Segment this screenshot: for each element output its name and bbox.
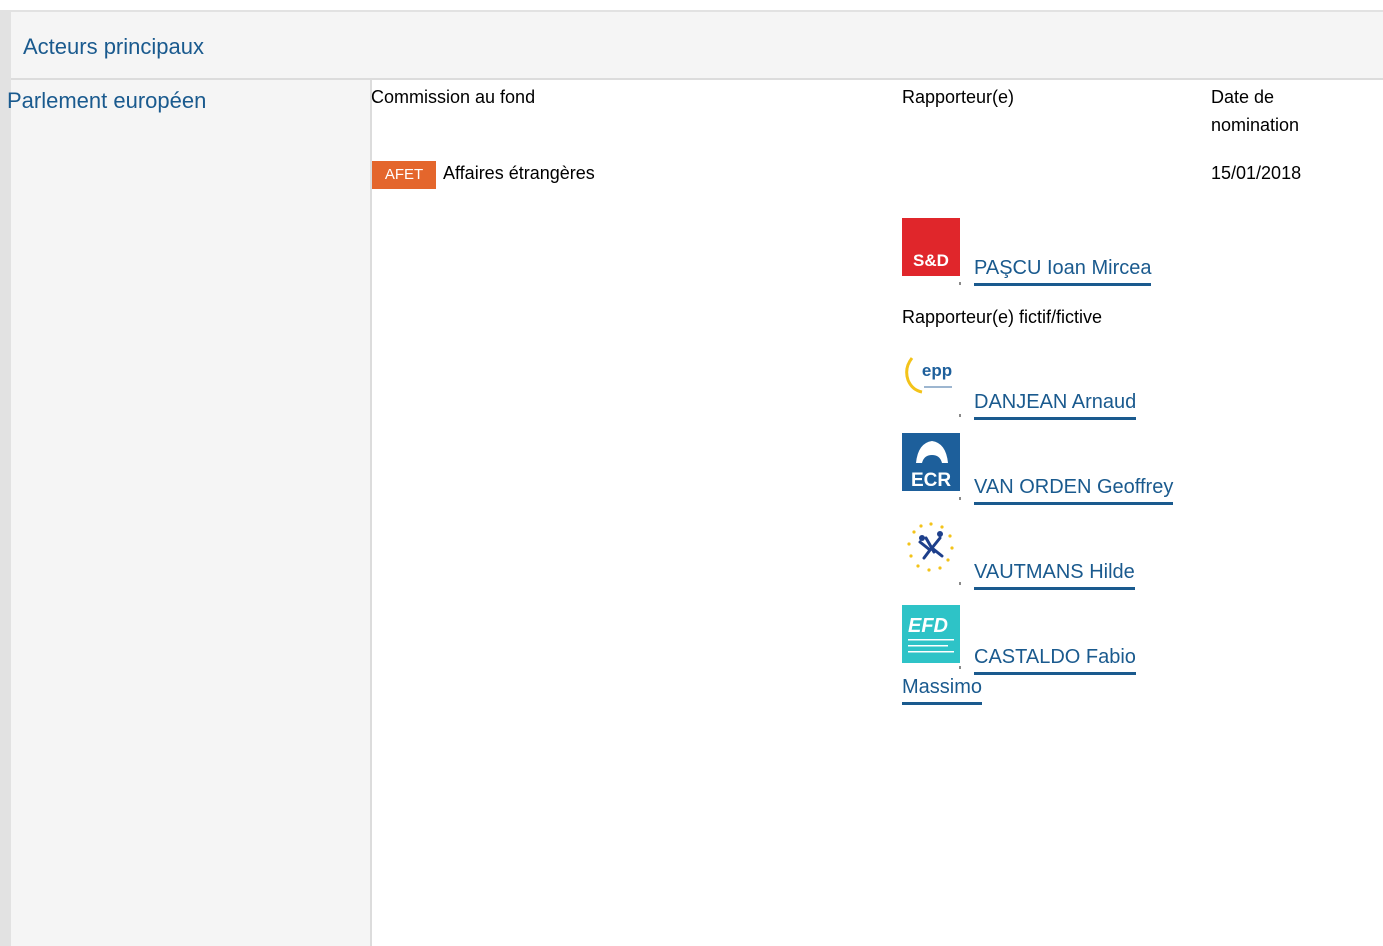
- logo-tick: [959, 582, 961, 585]
- date-column-header-line1: Date de: [1211, 87, 1275, 107]
- shadow-rapporteur-link[interactable]: VAUTMANS Hilde: [974, 558, 1135, 590]
- alde-group-logo-icon: [902, 518, 960, 576]
- shadow-rapporteur-link-continued[interactable]: Massimo: [902, 673, 983, 705]
- committee-badge: AFET: [372, 161, 436, 189]
- efd-logo-text: EFD: [908, 615, 948, 637]
- section-header: Acteurs principaux: [11, 12, 1383, 80]
- frame-left-border: [0, 10, 11, 946]
- sd-group-logo-icon: S&D: [902, 218, 960, 276]
- ecr-logo-text: ECR: [911, 470, 951, 491]
- sd-logo-text: S&D: [913, 251, 949, 270]
- logo-tick: [959, 282, 961, 285]
- ecr-group-logo-icon: ECR: [902, 433, 960, 491]
- committee-name: Affaires étrangères: [443, 163, 595, 183]
- rapporteur-link[interactable]: PAŞCU Ioan Mircea: [974, 254, 1152, 286]
- nomination-date: 15/01/2018: [1211, 163, 1302, 183]
- shadow-rapporteur-link[interactable]: VAN ORDEN Geoffrey: [974, 473, 1174, 505]
- shadow-rapporteur-link[interactable]: DANJEAN Arnaud: [974, 388, 1137, 420]
- rapporteur-column-header: Rapporteur(e): [902, 87, 1015, 107]
- shadow-rapporteur-link[interactable]: CASTALDO Fabio: [974, 643, 1136, 675]
- section-title: Acteurs principaux: [23, 34, 204, 59]
- logo-tick: [959, 666, 961, 669]
- logo-tick: [959, 414, 961, 417]
- shadow-rapporteur-label: Rapporteur(e) fictif/fictive: [902, 307, 1103, 327]
- efdd-group-logo-icon: EFD: [902, 605, 960, 663]
- institution-column: Parlement européen: [7, 80, 372, 946]
- epp-logo-text: epp: [922, 361, 952, 380]
- epp-group-logo-icon: epp: [902, 350, 960, 408]
- logo-tick: [959, 497, 961, 500]
- institution-label: Parlement européen: [7, 88, 207, 113]
- date-column-header-line2: nomination: [1211, 115, 1300, 135]
- committee-column-header: Commission au fond: [371, 87, 536, 107]
